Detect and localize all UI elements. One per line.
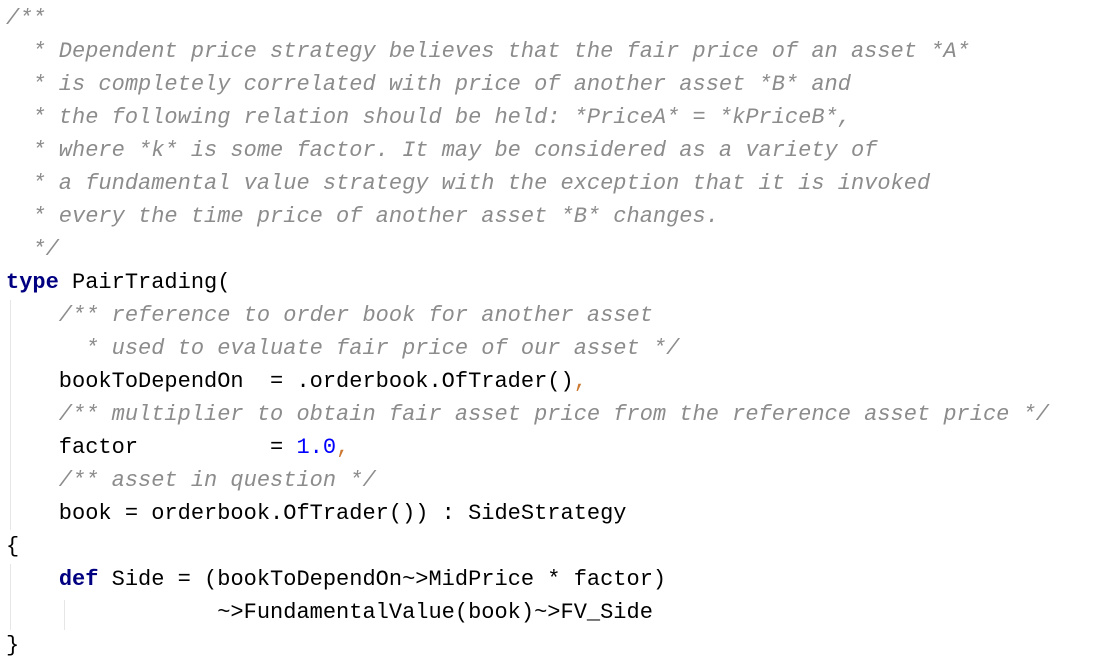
def-side: Side = (bookToDependOn~>MidPrice * facto…	[98, 567, 667, 592]
code-line-3: * is completely correlated with price of…	[6, 68, 851, 101]
doc-comment: * is completely correlated with price of…	[6, 72, 851, 97]
code-line-20: }	[6, 629, 19, 662]
code-line-11: * used to evaluate fair price of our ass…	[6, 332, 679, 365]
doc-comment: /** multiplier to obtain fair asset pric…	[6, 402, 1049, 427]
code-line-8: */	[6, 233, 59, 266]
code-line-12: bookToDependOn = .orderbook.OfTrader(),	[6, 365, 587, 398]
code-line-6: * a fundamental value strategy with the …	[6, 167, 930, 200]
doc-comment: /** reference to order book for another …	[6, 303, 653, 328]
doc-comment: * where *k* is some factor. It may be co…	[6, 138, 878, 163]
code-line-19: ~>FundamentalValue(book)~>FV_Side	[6, 596, 653, 629]
doc-comment: * the following relation should be held:…	[6, 105, 851, 130]
param-book: book = orderbook.OfTrader()) : SideStrat…	[6, 501, 627, 526]
doc-comment: * Dependent price strategy believes that…	[6, 39, 970, 64]
keyword-def: def	[58, 567, 99, 592]
code-line-13: /** multiplier to obtain fair asset pric…	[6, 398, 1049, 431]
code-line-18: def Side = (bookToDependOn~>MidPrice * f…	[6, 563, 666, 596]
param-book-to-depend-on: bookToDependOn = .orderbook.OfTrader()	[6, 369, 574, 394]
code-line-4: * the following relation should be held:…	[6, 101, 851, 134]
doc-comment: /**	[6, 6, 46, 31]
open-brace: {	[6, 534, 20, 559]
code-line-15: /** asset in question */	[6, 464, 376, 497]
type-declaration: PairTrading(	[58, 270, 231, 295]
keyword-type: type	[6, 270, 59, 295]
doc-comment: /** asset in question */	[6, 468, 376, 493]
code-line-16: book = orderbook.OfTrader()) : SideStrat…	[6, 497, 627, 530]
comma: ,	[573, 369, 587, 394]
doc-comment: */	[6, 237, 59, 262]
def-side-continuation: ~>FundamentalValue(book)~>FV_Side	[6, 600, 653, 625]
code-line-7: * every the time price of another asset …	[6, 200, 719, 233]
doc-comment: * a fundamental value strategy with the …	[6, 171, 931, 196]
param-factor: factor =	[6, 435, 297, 460]
code-line-10: /** reference to order book for another …	[6, 299, 653, 332]
code-line-2: * Dependent price strategy believes that…	[6, 35, 970, 68]
code-line-14: factor = 1.0,	[6, 431, 349, 464]
code-line-1: /**	[6, 2, 46, 35]
code-line-9: type PairTrading(	[6, 266, 230, 299]
close-brace: }	[6, 633, 20, 658]
doc-comment: * every the time price of another asset …	[6, 204, 719, 229]
code-editor[interactable]: /** * Dependent price strategy believes …	[0, 0, 1116, 667]
number-literal: 1.0	[296, 435, 337, 460]
doc-comment: * used to evaluate fair price of our ass…	[6, 336, 680, 361]
code-line-5: * where *k* is some factor. It may be co…	[6, 134, 877, 167]
code-line-17: {	[6, 530, 19, 563]
comma: ,	[336, 435, 350, 460]
